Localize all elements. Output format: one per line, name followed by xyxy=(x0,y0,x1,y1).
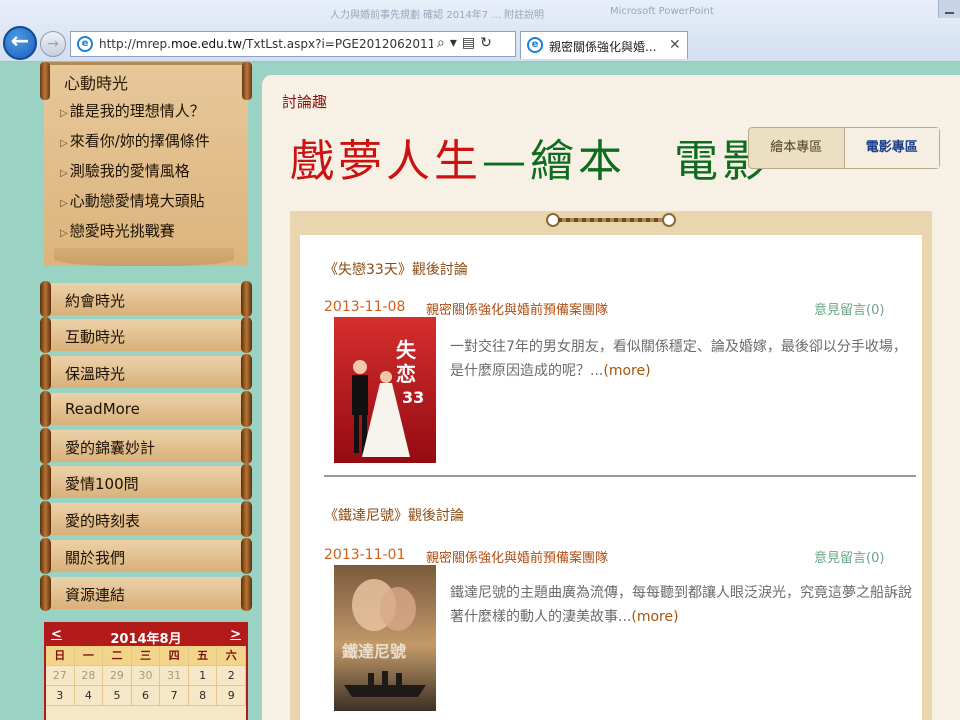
compat-icon[interactable]: ▤ xyxy=(462,35,480,51)
post-divider xyxy=(324,475,916,477)
calendar-day[interactable]: 2 xyxy=(217,666,247,686)
board-hanger xyxy=(546,213,676,227)
tab-ie-logo-icon: e xyxy=(527,37,543,53)
post-comments-link[interactable]: 意見留言(0) xyxy=(814,547,884,566)
address-bar[interactable]: e http://mrep.moe.edu.tw/TxtLst.aspx?i=P… xyxy=(70,31,516,57)
category-tabs: 繪本專區 電影專區 xyxy=(748,127,940,169)
scroll-edge xyxy=(54,248,234,266)
window-title: 人力與婚前事先規劃 確認 2014年7 ... 附註說明 xyxy=(330,10,545,21)
close-icon[interactable]: ✕ xyxy=(669,37,681,53)
svg-text:鐵達尼號: 鐵達尼號 xyxy=(342,642,406,661)
triangle-right-icon: ▷ xyxy=(60,138,68,149)
calendar-day[interactable]: 6 xyxy=(131,686,161,706)
search-icon[interactable]: ⌕ xyxy=(437,35,450,51)
sidebar-item-resources[interactable]: 資源連結 xyxy=(40,575,252,611)
post-date: 2013-11-01 xyxy=(324,547,406,563)
tab-title: 親密關係強化與婚... xyxy=(549,40,657,54)
post-title[interactable]: 《失戀33天》觀後討論 xyxy=(324,259,468,279)
post-list: 《失戀33天》觀後討論 2013-11-08 親密關係強化與婚前預備案團隊 意見… xyxy=(300,235,922,720)
post-author[interactable]: 親密關係強化與婚前預備案團隊 xyxy=(426,299,608,318)
calendar-header: < 2014年8月 > xyxy=(46,624,246,647)
submenu-item[interactable]: ▷ 測驗我的愛情風格 xyxy=(60,160,190,181)
main-panel: 討論趣 戲夢人生—繪本 電影 繪本專區 電影專區 《失戀33天》觀後討論 201… xyxy=(262,75,960,720)
post-summary: 一對交往7年的男女朋友，看似關係穩定、論及婚嫁，最後卻以分手收場，是什麼原因造成… xyxy=(450,339,907,379)
post-author[interactable]: 親密關係強化與婚前預備案團隊 xyxy=(426,547,608,566)
sidebar-item-readmore[interactable]: ReadMore xyxy=(40,391,252,427)
movie-poster-image[interactable]: 鐵達尼號 xyxy=(334,565,436,711)
window-app-name: Microsoft PowerPoint xyxy=(610,6,714,17)
weekday-cell: 日 xyxy=(46,646,75,666)
calendar-next-button[interactable]: > xyxy=(230,627,241,642)
weekday-cell: 四 xyxy=(160,646,189,666)
calendar-day[interactable]: 29 xyxy=(103,666,132,686)
calendar-day[interactable]: 28 xyxy=(74,666,104,686)
post-board: 《失戀33天》觀後討論 2013-11-08 親密關係強化與婚前預備案團隊 意見… xyxy=(290,211,932,720)
sidebar-item-about[interactable]: 關於我們 xyxy=(40,538,252,574)
calendar-day[interactable]: 30 xyxy=(131,666,161,686)
hanger-rope xyxy=(558,218,664,222)
page-content: 心動時光 ▷ 誰是我的理想情人？ ▷ 來看你/妳的擇偶條件 ▷ 測驗我的愛情風格 ▷ 心… xyxy=(0,62,960,720)
calendar-day[interactable]: 3 xyxy=(46,686,75,706)
movie-poster-image[interactable]: 失 恋 33 xyxy=(334,317,436,463)
calendar-weekday-row: 日 一 二 三 四 五 六 xyxy=(46,646,247,666)
sidebar-item-100-questions[interactable]: 愛情100問 xyxy=(40,464,252,500)
weekday-cell: 五 xyxy=(188,646,218,666)
post-date: 2013-11-08 xyxy=(324,299,406,315)
dropdown-icon[interactable]: ▾ xyxy=(450,35,462,51)
minimize-icon[interactable] xyxy=(938,0,960,18)
triangle-right-icon: ▷ xyxy=(60,198,68,209)
submenu-item[interactable]: ▷ 心動戀愛情境大頭貼 xyxy=(60,190,205,211)
weekday-cell: 一 xyxy=(74,646,104,666)
calendar-day[interactable]: 5 xyxy=(103,686,132,706)
submenu-item[interactable]: ▷ 戀愛時光挑戰賽 xyxy=(60,220,175,241)
browser-tab[interactable]: e 親密關係強化與婚... ✕ xyxy=(520,31,688,59)
svg-text:恋: 恋 xyxy=(396,362,416,386)
triangle-right-icon: ▷ xyxy=(60,228,68,239)
sidebar-item-timetable[interactable]: 愛的時刻表 xyxy=(40,501,252,537)
post-summary: 鐵達尼號的主題曲廣為流傳，每每聽到都讓人眼泛淚光，究竟這夢之船訴說著什麼樣的動人… xyxy=(450,585,912,625)
calendar-week-row: 27 28 29 30 31 1 2 xyxy=(46,666,247,686)
refresh-icon[interactable]: ↻ xyxy=(480,35,497,51)
more-link[interactable]: (more) xyxy=(631,609,678,625)
post-title[interactable]: 《鐵達尼號》觀後討論 xyxy=(324,505,464,525)
tab-movies[interactable]: 電影專區 xyxy=(843,128,939,168)
hanger-ring xyxy=(662,213,676,227)
calendar-day[interactable]: 31 xyxy=(160,666,189,686)
more-link[interactable]: (more) xyxy=(603,363,650,379)
calendar-week-row: 3 4 5 6 7 8 9 xyxy=(46,686,247,706)
calendar-day[interactable]: 1 xyxy=(188,666,218,686)
submenu-item[interactable]: ▷ 誰是我的理想情人？ xyxy=(60,100,205,121)
browser-chrome: 人力與婚前事先規劃 確認 2014年7 ... 附註說明 Microsoft P… xyxy=(0,0,960,62)
weekday-cell: 三 xyxy=(131,646,161,666)
calendar-day[interactable]: 27 xyxy=(46,666,75,686)
url-text[interactable]: http://mrep.moe.edu.tw/TxtLst.aspx?i=PGE… xyxy=(99,37,433,51)
triangle-right-icon: ▷ xyxy=(60,168,68,179)
svg-text:失: 失 xyxy=(396,338,417,362)
submenu-item[interactable]: ▷ 來看你/妳的擇偶條件 xyxy=(60,130,210,151)
weekday-cell: 二 xyxy=(103,646,132,666)
post-comments-link[interactable]: 意見留言(0) xyxy=(814,299,884,318)
sidebar-menu-header[interactable]: 心動時光 xyxy=(64,70,128,94)
address-bar-buttons: ⌕▾▤↻ xyxy=(437,35,497,51)
calendar-day[interactable]: 7 xyxy=(160,686,189,706)
forward-arrow-icon[interactable]: → xyxy=(40,31,66,57)
calendar-day[interactable]: 4 xyxy=(74,686,104,706)
triangle-right-icon: ▷ xyxy=(60,108,68,119)
window-title-bar: 人力與婚前事先規劃 確認 2014年7 ... 附註說明 Microsoft P… xyxy=(0,0,960,24)
sidebar-item-dating[interactable]: 約會時光 xyxy=(40,281,252,317)
svg-text:33: 33 xyxy=(402,388,424,407)
section-label: 討論趣 xyxy=(282,93,328,111)
ie-logo-icon: e xyxy=(77,36,93,52)
weekday-cell: 六 xyxy=(217,646,247,666)
calendar-day[interactable]: 8 xyxy=(188,686,218,706)
sidebar-item-tips[interactable]: 愛的錦囊妙計 xyxy=(40,428,252,464)
sidebar-item-interaction[interactable]: 互動時光 xyxy=(40,317,252,353)
calendar-day[interactable]: 9 xyxy=(217,686,247,706)
page-title: 戲夢人生—繪本 電影 xyxy=(290,136,770,187)
calendar-title: 2014年8月 xyxy=(110,632,182,647)
back-arrow-icon[interactable]: ← xyxy=(3,26,37,60)
tab-picture-books[interactable]: 繪本專區 xyxy=(749,128,844,168)
calendar: < 2014年8月 > 日 一 二 三 四 五 六 27 28 29 30 31… xyxy=(44,622,248,720)
sidebar-item-warmth[interactable]: 保溫時光 xyxy=(40,354,252,390)
